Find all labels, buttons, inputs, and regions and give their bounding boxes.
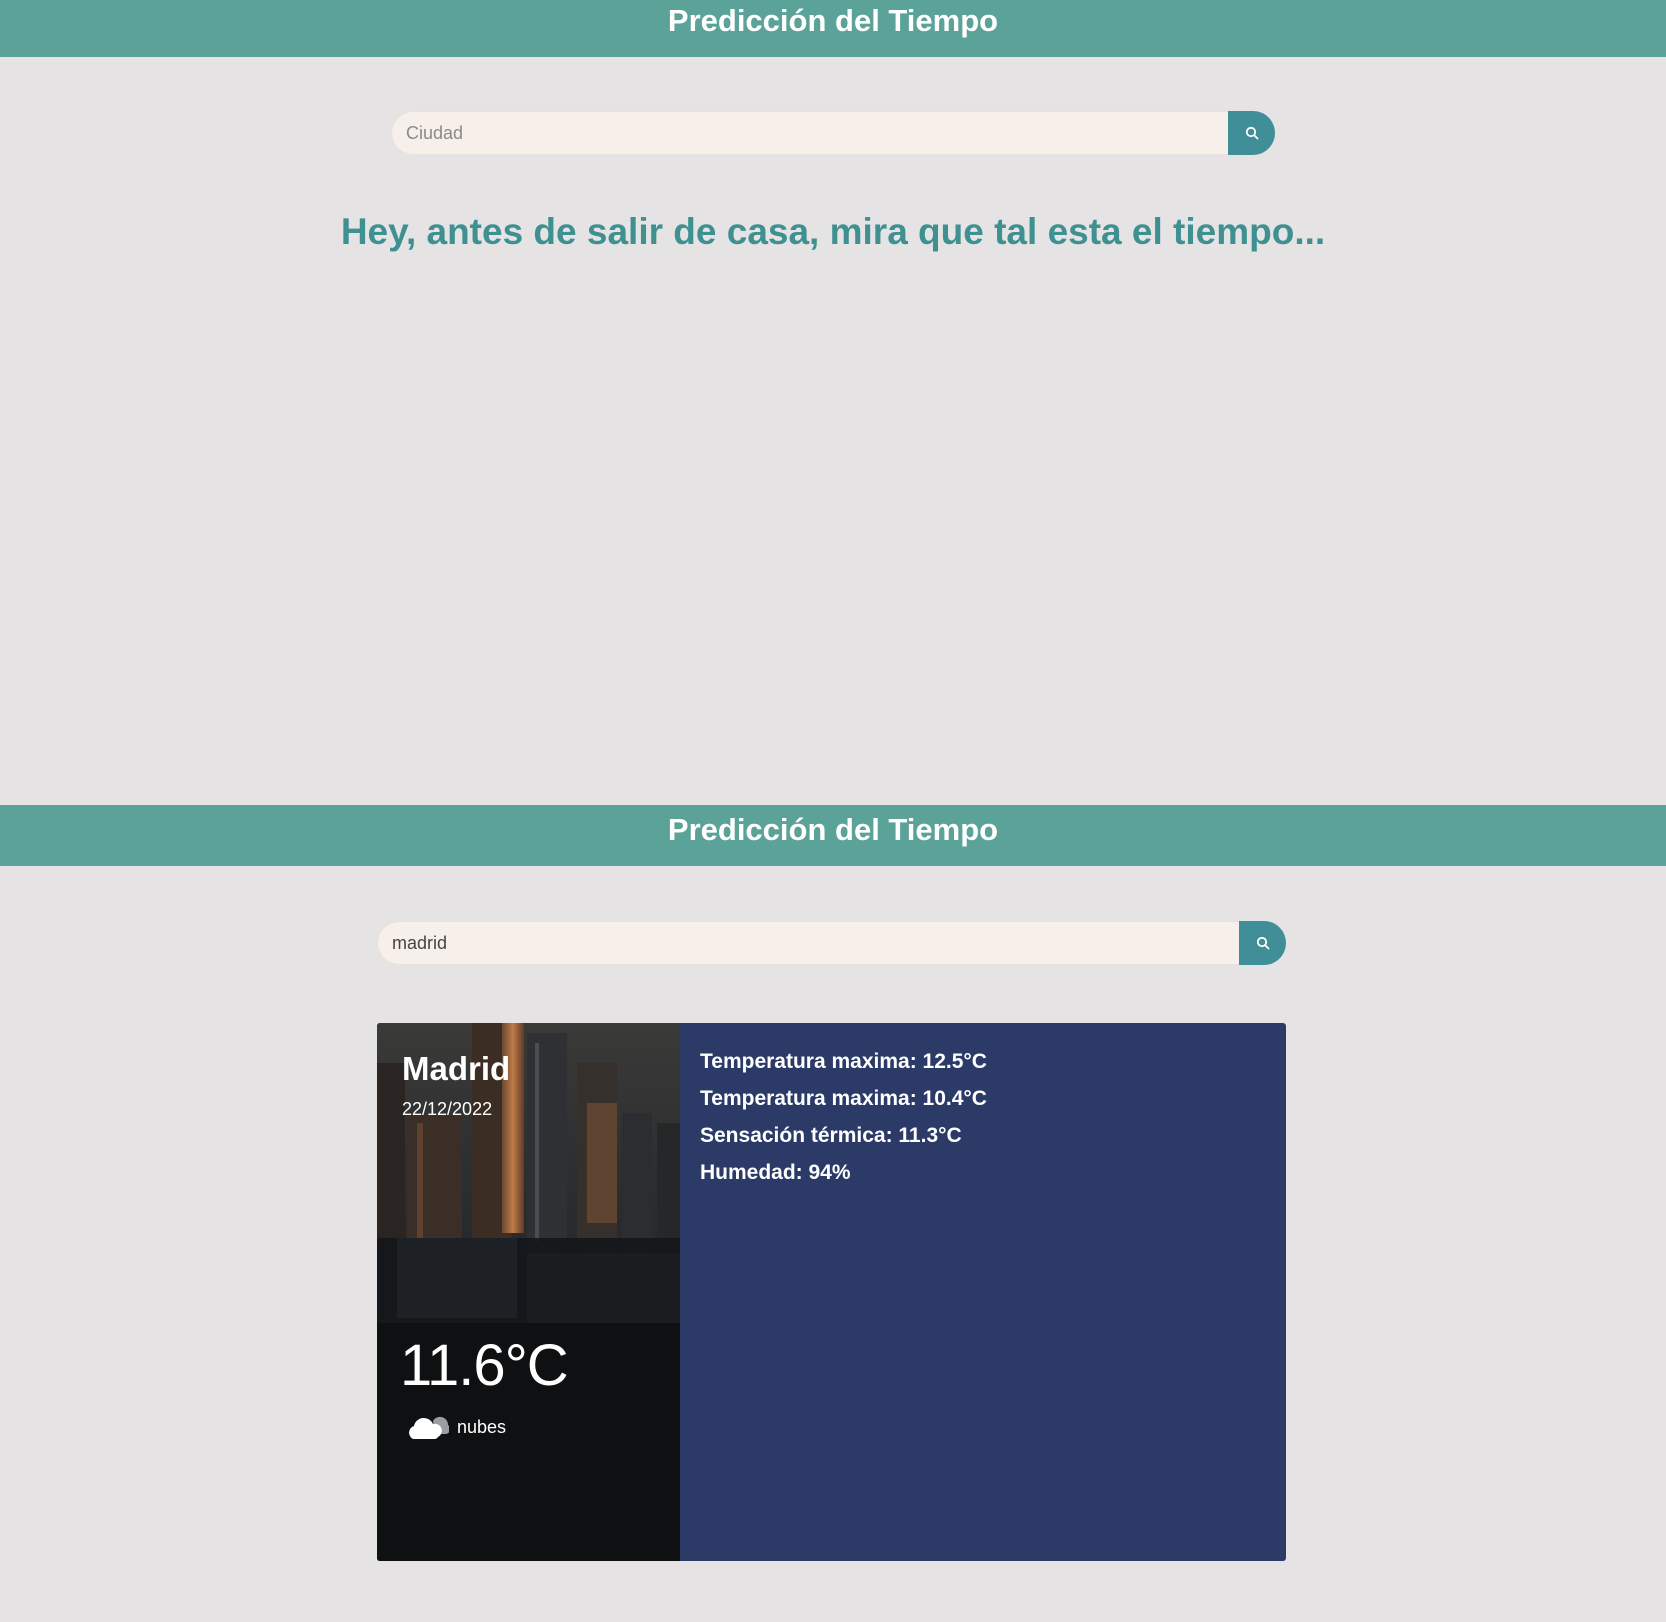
search-bar [377,921,1286,965]
city-name: Madrid [402,1050,511,1087]
city-search-input[interactable] [377,921,1239,965]
app-header: Predicción del Tiempo [0,805,1666,866]
weather-details: Temperatura maxima: 12.5°C Temperatura m… [680,1023,1286,1561]
city-photo: Madrid 22/12/2022 11.6°C nubes [377,1023,680,1561]
search-button[interactable] [1228,111,1275,155]
app-view-result: Predicción del Tiempo madrid Madrid 22/1… [0,805,1666,1622]
search-bar [391,111,1275,155]
humidity: Humedad: 94% [700,1161,851,1184]
city-search-input[interactable] [391,111,1228,155]
current-temperature: 11.6°C [400,1333,569,1398]
feels-like-temperature: Sensación térmica: 11.3°C [700,1124,962,1147]
cloud-icon [409,1416,449,1439]
app-title: Predicción del Tiempo [667,812,999,847]
app-title: Predicción del Tiempo [667,3,999,38]
weather-condition-label: nubes [457,1416,507,1437]
welcome-tagline: Hey, antes de salir de casa, mira que ta… [340,211,1326,252]
search-button[interactable] [1239,921,1286,965]
weather-condition: nubes [405,1413,506,1441]
search-icon [1245,126,1258,140]
app-view-empty: Predicción del Tiempo Hey, antes de sali… [0,0,1666,805]
search-icon [1256,936,1269,950]
weather-card: Madrid 22/12/2022 11.6°C nubes Temperatu… [377,1023,1286,1561]
app-header: Predicción del Tiempo [0,0,1666,57]
min-temperature: Temperatura maxima: 10.4°C [700,1087,987,1110]
max-temperature: Temperatura maxima: 12.5°C [700,1050,987,1073]
forecast-date: 22/12/2022 [402,1099,493,1119]
